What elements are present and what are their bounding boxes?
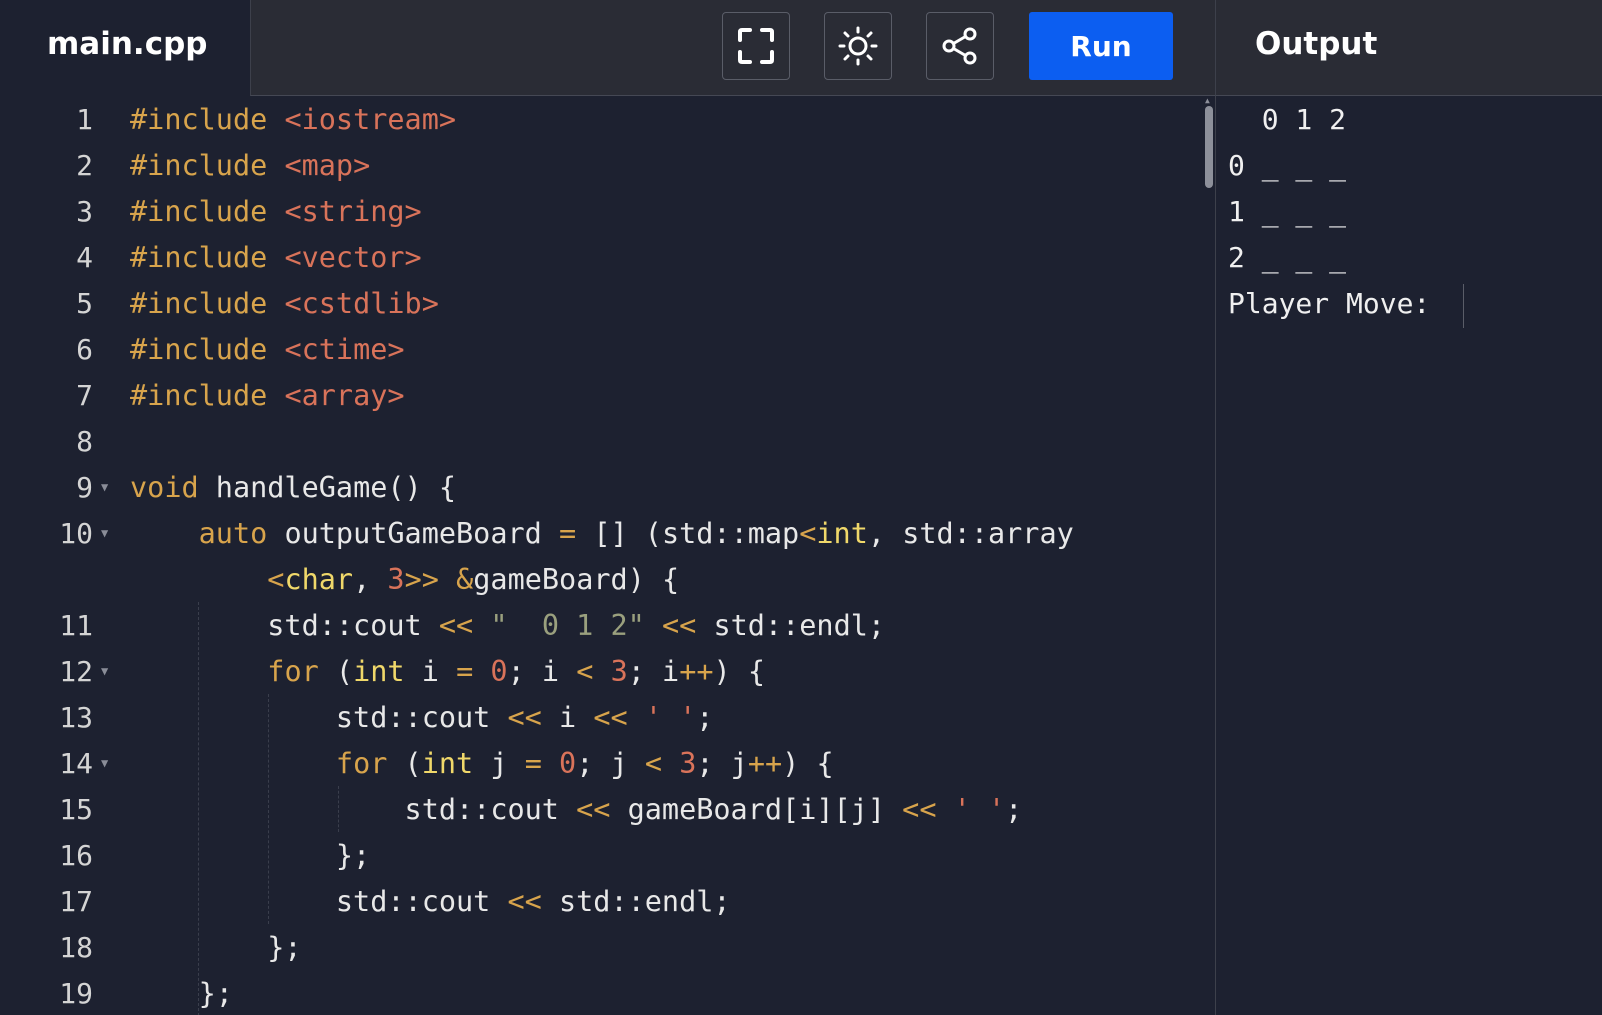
fold-arrow-icon[interactable]: ▼	[101, 510, 115, 557]
output-prompt: Player Move:	[1228, 287, 1448, 320]
run-button[interactable]: Run	[1029, 12, 1173, 80]
code-line: #include <map>	[130, 149, 371, 182]
input-cursor[interactable]	[1463, 284, 1464, 328]
output-line: 2 _ _ _	[1228, 241, 1347, 274]
line-number: 1	[76, 103, 93, 136]
fold-arrow-icon[interactable]: ▼	[101, 740, 115, 787]
line-number: 8	[76, 425, 93, 458]
line-number: 13	[59, 701, 93, 734]
output-title: Output	[1255, 26, 1378, 62]
share-button[interactable]	[926, 12, 994, 80]
code-line: };	[130, 839, 371, 872]
code-line: };	[130, 977, 233, 1010]
output-line: 1 _ _ _	[1228, 195, 1347, 228]
code-line: void handleGame() {	[130, 471, 457, 504]
code-line: auto outputGameBoard = [] (std::map<int,…	[198, 517, 1074, 550]
code-line: #include <cstdlib>	[130, 287, 439, 320]
fullscreen-button[interactable]	[722, 12, 790, 80]
scroll-up-arrow-icon[interactable]: ▲	[1205, 97, 1213, 105]
line-number: 14	[59, 747, 93, 780]
line-number: 15	[59, 793, 93, 826]
output-panel[interactable]: 0 1 2 0 _ _ _ 1 _ _ _ 2 _ _ _ Player Mov…	[1215, 96, 1602, 1015]
line-number: 2	[76, 149, 93, 182]
line-number: 10	[59, 517, 93, 550]
code-line: std::cout << " 0 1 2" << std::endl;	[130, 609, 886, 642]
code-line: };	[130, 931, 302, 964]
line-number: 9	[76, 471, 93, 504]
line-number: 6	[76, 333, 93, 366]
code-line: <char, 3>> &gameBoard) {	[267, 563, 680, 596]
code-line: for (int i = 0; i < 3; i++) {	[267, 655, 766, 688]
line-number: 5	[76, 287, 93, 320]
fold-arrow-icon[interactable]: ▼	[101, 648, 115, 695]
code-line: std::cout << std::endl;	[130, 885, 731, 918]
line-number-gutter: 1 2 3 4 5 6 7 8 9 10 11 12 13 14 15 16 1…	[0, 96, 125, 1015]
code-line: #include <array>	[130, 379, 405, 412]
sun-icon	[838, 26, 878, 66]
fold-arrow-icon[interactable]: ▼	[101, 464, 115, 511]
fullscreen-icon	[738, 28, 774, 64]
theme-toggle-button[interactable]	[824, 12, 892, 80]
toolbar: Run	[250, 0, 1215, 96]
code-area[interactable]: #include <iostream> #include <map> #incl…	[130, 96, 1200, 1015]
output-header: Output	[1215, 0, 1602, 96]
share-icon	[942, 27, 977, 65]
code-line: #include <ctime>	[130, 333, 405, 366]
file-tab-label: main.cpp	[47, 26, 208, 62]
editor-scrollbar[interactable]	[1205, 106, 1213, 188]
line-number: 18	[59, 931, 93, 964]
line-number: 7	[76, 379, 93, 412]
code-line: std::cout << i << ' ';	[130, 701, 714, 734]
code-line: for (int j = 0; j < 3; j++) {	[335, 747, 834, 780]
line-number: 11	[59, 609, 93, 642]
code-line: #include <vector>	[130, 241, 422, 274]
code-line: #include <iostream>	[130, 103, 457, 136]
line-number: 17	[59, 885, 93, 918]
code-editor[interactable]: 1 2 3 4 5 6 7 8 9 10 11 12 13 14 15 16 1…	[0, 96, 1215, 1015]
code-line: std::cout << gameBoard[i][j] << ' ';	[130, 793, 1023, 826]
line-number: 3	[76, 195, 93, 228]
line-number: 12	[59, 655, 93, 688]
output-line: 0 _ _ _	[1228, 149, 1347, 182]
output-line: 0 1 2	[1228, 103, 1347, 136]
top-bar: main.cpp Run Output	[0, 0, 1602, 96]
file-tab[interactable]: main.cpp	[0, 0, 250, 96]
line-number: 19	[59, 977, 93, 1010]
code-line: #include <string>	[130, 195, 422, 228]
line-number: 16	[59, 839, 93, 872]
line-number: 4	[76, 241, 93, 274]
